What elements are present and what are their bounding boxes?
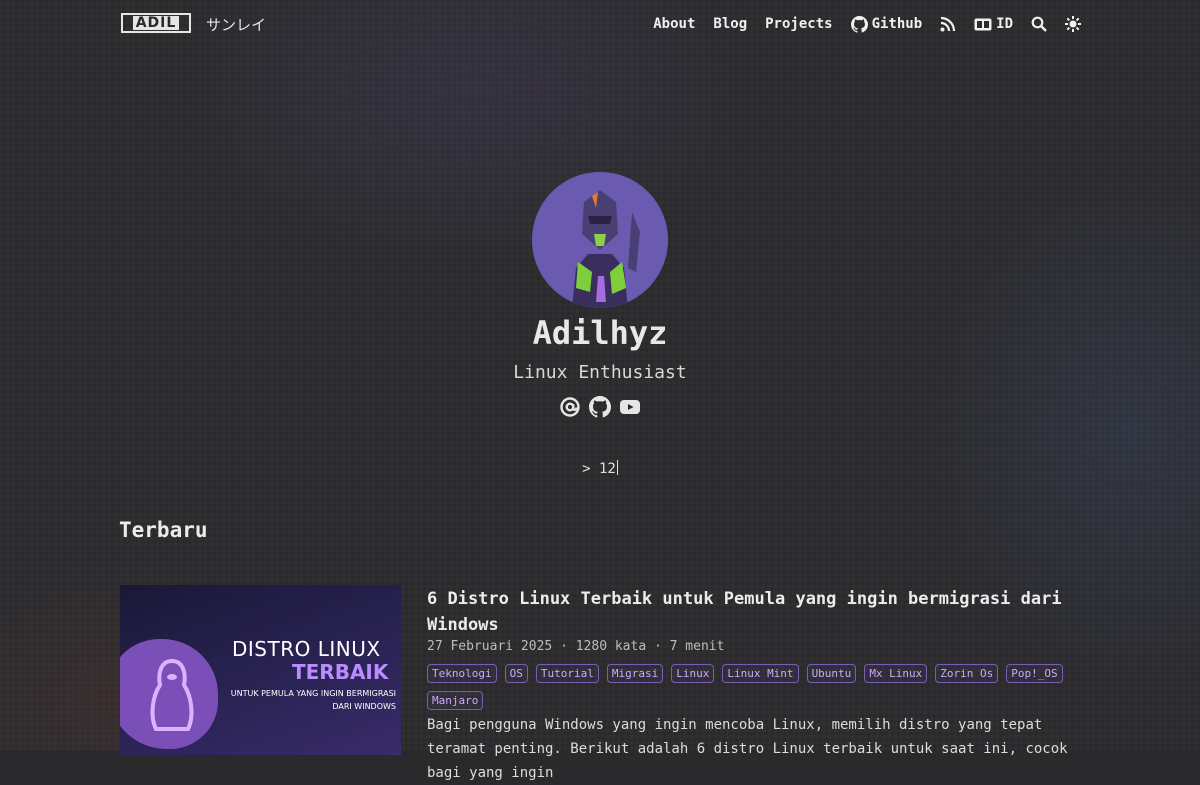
nav-github[interactable]: Github — [850, 15, 922, 33]
main-nav: About Blog Projects Github ID — [653, 12, 1081, 36]
nav-language[interactable]: ID — [974, 16, 1013, 32]
nav-about[interactable]: About — [653, 16, 695, 32]
penguin-icon — [150, 658, 194, 731]
thumbnail-subheading: TERBAIK — [292, 660, 389, 684]
tag-zorin-os[interactable]: Zorin Os — [935, 664, 999, 683]
tag-os[interactable]: OS — [504, 664, 528, 683]
thumbnail-caption: UNTUK PEMULA YANG INGIN BERMIGRASI DARI … — [230, 689, 396, 711]
email-icon[interactable] — [559, 396, 581, 418]
github-icon[interactable] — [589, 396, 611, 418]
site-header: ADIL サンレイ About Blog Projects Github ID — [0, 0, 1200, 48]
youtube-icon[interactable] — [619, 396, 641, 418]
tag-teknologi[interactable]: Teknologi — [427, 664, 497, 683]
tag-linux[interactable]: Linux — [671, 664, 715, 683]
meta-separator: · — [560, 639, 568, 654]
post-date: 27 Februari 2025 — [427, 639, 553, 654]
tag-manjaro[interactable]: Manjaro — [427, 691, 484, 710]
nav-theme-toggle[interactable] — [1065, 16, 1081, 32]
typed-prompt: > 12 — [582, 460, 618, 477]
post-word-count: 1280 kata — [575, 639, 647, 654]
text-cursor — [616, 460, 618, 475]
profile-name: Adilhyz — [532, 314, 668, 352]
tag-mx-linux[interactable]: Mx Linux — [864, 664, 928, 683]
post-meta: 27 Februari 2025 · 1280 kata · 7 menit — [427, 639, 724, 654]
tag-pop-os[interactable]: Pop!_OS — [1006, 664, 1063, 683]
recent-section-title: Terbaru — [119, 518, 208, 542]
post-summary: Bagi pengguna Windows yang ingin mencoba… — [427, 717, 1068, 781]
site-logo[interactable]: ADIL — [121, 13, 191, 33]
post-title[interactable]: 6 Distro Linux Terbaik untuk Pemula yang… — [427, 586, 1077, 638]
tag-tutorial[interactable]: Tutorial — [535, 664, 599, 683]
post-read-time: 7 menit — [669, 639, 725, 654]
tag-migrasi[interactable]: Migrasi — [606, 664, 664, 683]
search-icon — [1031, 16, 1047, 32]
nav-rss[interactable] — [940, 16, 956, 32]
nav-search[interactable] — [1031, 16, 1047, 32]
social-links — [0, 396, 1200, 418]
github-icon — [850, 15, 868, 33]
profile-avatar — [532, 172, 668, 308]
theme-toggle-icon — [1065, 16, 1081, 32]
site-subtitle: サンレイ — [206, 16, 267, 34]
rss-icon — [940, 16, 956, 32]
thumbnail-heading: DISTRO LINUX — [232, 637, 381, 661]
profile-tagline: Linux Enthusiast — [513, 362, 687, 383]
nav-projects[interactable]: Projects — [765, 16, 832, 32]
post-tags: Teknologi OS Tutorial Migrasi Linux Linu… — [427, 664, 1067, 710]
language-icon — [974, 18, 992, 30]
post-thumbnail[interactable]: DISTRO LINUX TERBAIK UNTUK PEMULA YANG I… — [120, 585, 401, 755]
nav-blog[interactable]: Blog — [713, 16, 747, 32]
tag-linux-mint[interactable]: Linux Mint — [722, 664, 799, 683]
meta-separator: · — [654, 639, 662, 654]
tag-ubuntu[interactable]: Ubuntu — [806, 664, 857, 683]
